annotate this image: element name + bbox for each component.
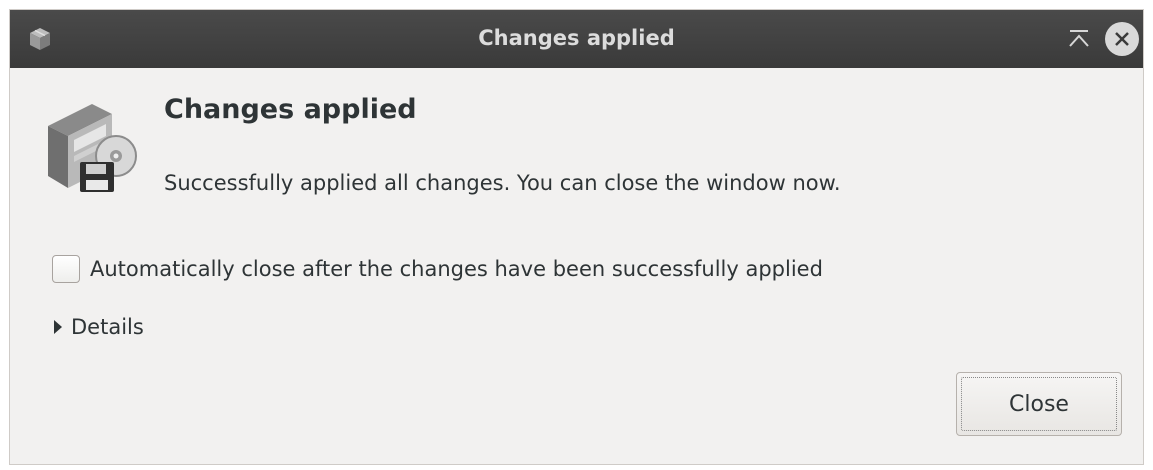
titlebar[interactable]: Changes applied bbox=[10, 10, 1143, 68]
auto-close-checkbox[interactable]: Automatically close after the changes ha… bbox=[52, 252, 823, 286]
close-button[interactable]: Close bbox=[956, 372, 1122, 436]
window-title: Changes applied bbox=[478, 26, 675, 50]
close-icon[interactable] bbox=[1105, 22, 1139, 56]
dialog-heading: Changes applied bbox=[164, 94, 417, 125]
dialog-window: Changes applied Changes applied Successf… bbox=[9, 9, 1144, 465]
auto-close-checkbox-label[interactable]: Automatically close after the changes ha… bbox=[90, 257, 823, 281]
status-message: Successfully applied all changes. You ca… bbox=[164, 171, 841, 195]
details-expander[interactable]: Details bbox=[54, 315, 144, 339]
close-button-label: Close bbox=[1009, 391, 1069, 417]
details-expander-label[interactable]: Details bbox=[71, 315, 144, 339]
expander-arrow-icon[interactable] bbox=[54, 320, 62, 334]
software-package-disk-icon bbox=[40, 96, 140, 196]
checkbox-box[interactable] bbox=[52, 255, 80, 283]
maximize-icon[interactable] bbox=[1066, 26, 1092, 52]
